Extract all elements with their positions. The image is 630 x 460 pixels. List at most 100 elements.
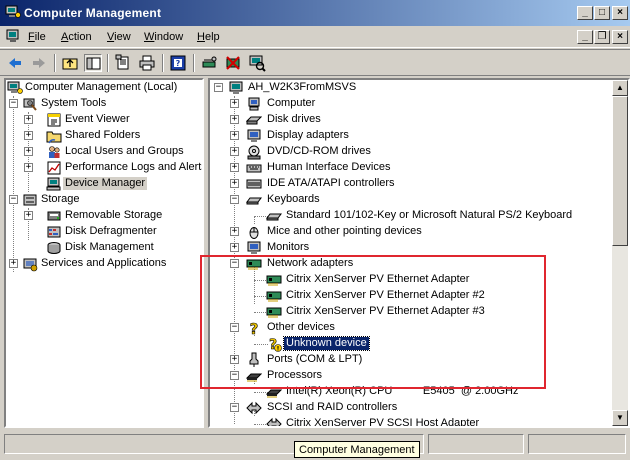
expand-toggle[interactable]: + bbox=[24, 147, 33, 156]
expand-toggle[interactable]: + bbox=[230, 115, 239, 124]
scsi-icon bbox=[246, 400, 262, 416]
collapse-toggle[interactable]: − bbox=[230, 259, 239, 268]
up-level-icon[interactable] bbox=[61, 54, 79, 72]
close-button[interactable]: × bbox=[612, 6, 628, 20]
menu-action[interactable]: Action bbox=[61, 31, 92, 43]
processor-icon bbox=[246, 368, 262, 384]
computer-icon bbox=[228, 80, 244, 96]
services-applications-icon bbox=[22, 256, 38, 272]
menu-bar: File Action View Window Help _ ❐ × bbox=[0, 26, 630, 48]
network-adapter-icon bbox=[266, 288, 282, 304]
collapse-toggle[interactable]: − bbox=[230, 323, 239, 332]
scroll-down-button[interactable]: ▼ bbox=[612, 410, 628, 426]
child-minimize-button[interactable]: _ bbox=[577, 30, 593, 44]
maximize-button[interactable]: □ bbox=[594, 6, 610, 20]
hid-icon bbox=[246, 160, 262, 176]
toolbar-separator bbox=[162, 54, 164, 72]
back-icon[interactable] bbox=[6, 54, 24, 72]
collapse-toggle[interactable]: − bbox=[230, 195, 239, 204]
expand-toggle[interactable]: + bbox=[24, 211, 33, 220]
properties-icon[interactable] bbox=[114, 54, 132, 72]
expand-toggle[interactable]: + bbox=[230, 355, 239, 364]
shared-folder-icon bbox=[46, 128, 62, 144]
expand-toggle[interactable]: + bbox=[230, 227, 239, 236]
expand-toggle[interactable]: + bbox=[24, 115, 33, 124]
menu-help[interactable]: Help bbox=[197, 31, 220, 43]
toolbar-separator bbox=[107, 54, 109, 72]
scan-hardware-icon[interactable] bbox=[248, 54, 266, 72]
status-cell-tertiary bbox=[528, 434, 626, 454]
keyboard-icon bbox=[266, 208, 282, 224]
collapse-toggle[interactable]: − bbox=[214, 83, 223, 92]
disk-management-icon bbox=[46, 240, 62, 256]
event-viewer-icon bbox=[46, 112, 62, 128]
collapse-toggle[interactable]: − bbox=[9, 195, 18, 204]
print-icon[interactable] bbox=[138, 54, 156, 72]
device-manager-icon bbox=[46, 176, 62, 192]
console-tree-pane[interactable]: Computer Management (Local) − System Too… bbox=[4, 78, 204, 428]
toolbar-separator bbox=[193, 54, 195, 72]
expand-toggle[interactable]: + bbox=[24, 131, 33, 140]
device-tree-pane[interactable]: − AH_W2K3FromMSVS + Computer + Disk driv… bbox=[208, 78, 630, 428]
collapse-toggle[interactable]: − bbox=[230, 371, 239, 380]
child-close-button[interactable]: × bbox=[612, 30, 628, 44]
scsi-icon bbox=[266, 416, 282, 426]
display-adapter-icon bbox=[246, 128, 262, 144]
title-bar[interactable]: Computer Management _ □ × bbox=[0, 0, 630, 26]
port-icon bbox=[246, 352, 262, 368]
computer-management-icon bbox=[5, 5, 21, 19]
toolbar-separator bbox=[54, 54, 56, 72]
collapse-toggle[interactable]: − bbox=[9, 99, 18, 108]
computer-icon bbox=[246, 96, 262, 112]
menu-file[interactable]: File bbox=[28, 31, 46, 43]
network-adapter-icon bbox=[266, 304, 282, 320]
warning-question-icon: ?! bbox=[266, 336, 282, 352]
system-tools-icon bbox=[22, 96, 38, 112]
cdrom-icon bbox=[246, 144, 262, 160]
svg-text:?: ? bbox=[250, 320, 259, 336]
disk-defragmenter-icon bbox=[46, 224, 62, 240]
expand-toggle[interactable]: + bbox=[24, 163, 33, 172]
ide-controller-icon bbox=[246, 176, 262, 192]
network-adapter-icon bbox=[246, 256, 262, 272]
child-restore-button[interactable]: ❐ bbox=[594, 30, 610, 44]
computer-management-icon bbox=[7, 80, 23, 96]
help-icon[interactable]: ? bbox=[169, 54, 187, 72]
minimize-button[interactable]: _ bbox=[577, 6, 593, 20]
svg-text:?: ? bbox=[176, 59, 181, 68]
collapse-toggle[interactable]: − bbox=[230, 403, 239, 412]
mouse-icon bbox=[246, 224, 262, 240]
keyboard-icon bbox=[246, 192, 262, 208]
svg-text:!: ! bbox=[277, 346, 280, 353]
show-hide-tree-icon[interactable] bbox=[84, 54, 102, 72]
expand-toggle[interactable]: + bbox=[230, 147, 239, 156]
processor-icon bbox=[266, 384, 282, 400]
expand-toggle[interactable]: + bbox=[230, 99, 239, 108]
expand-toggle[interactable]: + bbox=[230, 131, 239, 140]
expand-toggle[interactable]: + bbox=[9, 259, 18, 268]
scroll-up-button[interactable]: ▲ bbox=[612, 80, 628, 96]
expand-toggle[interactable]: + bbox=[230, 163, 239, 172]
toolbar: ? bbox=[0, 49, 630, 76]
menu-window[interactable]: Window bbox=[144, 31, 183, 43]
disk-drive-icon bbox=[246, 112, 262, 128]
network-adapter-icon bbox=[266, 272, 282, 288]
monitor-icon bbox=[246, 240, 262, 256]
forward-icon[interactable] bbox=[30, 54, 48, 72]
scroll-thumb[interactable] bbox=[612, 96, 628, 246]
expand-toggle[interactable]: + bbox=[230, 243, 239, 252]
tooltip: Computer Management bbox=[294, 441, 420, 458]
storage-icon bbox=[22, 192, 38, 208]
uninstall-icon[interactable] bbox=[224, 54, 242, 72]
performance-logs-icon bbox=[46, 160, 62, 176]
vertical-scrollbar[interactable]: ▲ ▼ bbox=[612, 80, 628, 426]
mmc-document-icon[interactable] bbox=[6, 29, 20, 43]
status-cell-secondary bbox=[428, 434, 524, 454]
menu-view[interactable]: View bbox=[107, 31, 131, 43]
question-mark-icon: ? bbox=[246, 320, 262, 336]
users-icon bbox=[46, 144, 62, 160]
window-title: Computer Management bbox=[24, 6, 162, 20]
update-driver-icon[interactable] bbox=[200, 54, 218, 72]
expand-toggle[interactable]: + bbox=[230, 179, 239, 188]
removable-storage-icon bbox=[46, 208, 62, 224]
